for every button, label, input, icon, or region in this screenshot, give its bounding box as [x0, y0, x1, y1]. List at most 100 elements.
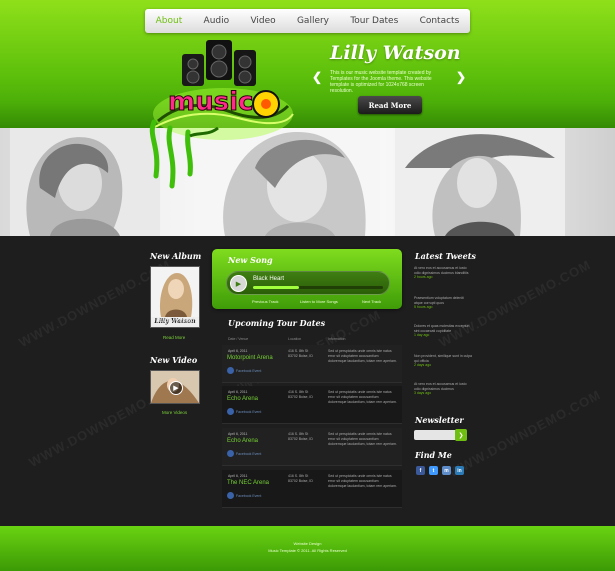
- myspace-icon[interactable]: m: [442, 466, 451, 475]
- row-location: 416 S. 8th St 83702 Boise, ID: [288, 349, 313, 358]
- facebook-icon: [227, 492, 234, 499]
- facebook-icon: [227, 408, 234, 415]
- video-thumbnail[interactable]: ▶: [150, 370, 200, 404]
- feature-text: This is our music website template creat…: [330, 70, 432, 94]
- facebook-icon: [227, 450, 234, 457]
- row-info: Sed ut perspiciatis unde omnis iste natu…: [328, 432, 397, 446]
- tweet-text: Non provident, similique sunt in culpa q…: [414, 354, 472, 363]
- tweet-text: Dolores et quas molestias excepturi sint…: [414, 324, 470, 333]
- next-track-link[interactable]: Next Track: [362, 299, 381, 304]
- facebook-event-link[interactable]: Facebook Event: [227, 408, 261, 415]
- new-album-title: New Album: [150, 251, 202, 261]
- listen-more-link[interactable]: Listen to More Songs: [300, 299, 338, 304]
- table-row: April 6, 2011 Echo Arena Facebook Event …: [222, 428, 402, 466]
- seek-fill: [253, 286, 299, 289]
- facebook-event-link[interactable]: Facebook Event: [227, 450, 261, 457]
- row-date: April 6, 2011: [228, 432, 248, 436]
- row-location: 416 S. 8th St 83702 Boise, ID: [288, 432, 313, 441]
- album-song: Hold My Hand: [155, 318, 194, 324]
- footer-line-1: Website Design: [293, 541, 322, 546]
- seek-bar[interactable]: [253, 286, 383, 289]
- facebook-event-link[interactable]: Facebook Event: [227, 367, 261, 374]
- tweet: At vero eos et accusamus et iusto odio d…: [414, 266, 472, 280]
- photo-strip: [0, 128, 615, 236]
- venue-link[interactable]: Motorpoint Arena: [227, 355, 273, 361]
- tour-title: Upcoming Tour Dates: [228, 318, 326, 328]
- venue-link[interactable]: Echo Arena: [227, 396, 258, 402]
- row-location: 416 S. 8th St 83702 Boise, ID: [288, 474, 313, 483]
- track-name: Black Heart: [253, 276, 285, 282]
- tweet: Non provident, similique sunt in culpa q…: [414, 354, 472, 368]
- watermark: WWW.DOWNDEMO.COM: [446, 387, 604, 480]
- col-date: Date / Venue: [228, 337, 249, 341]
- feature-slider: ❮ Lilly Watson This is our music website…: [310, 40, 470, 120]
- nav-video[interactable]: Video: [250, 16, 275, 26]
- table-row: April 6, 2011 The NEC Arena Facebook Eve…: [222, 470, 402, 508]
- tweet-time[interactable]: 5 hours ago: [414, 305, 472, 310]
- play-icon[interactable]: ▶: [169, 381, 183, 395]
- player-bar: ▶ Black Heart: [226, 271, 390, 295]
- tweet-text: At vero eos et accusamus et iusto odio d…: [414, 382, 467, 391]
- nav-audio[interactable]: Audio: [204, 16, 230, 26]
- row-info: Sed ut perspiciatis unde omnis iste natu…: [328, 474, 397, 488]
- tweet-time[interactable]: 2 days ago: [414, 363, 472, 368]
- tweet-time[interactable]: 2 hours ago: [414, 275, 472, 280]
- tweet-time[interactable]: 3 days ago: [414, 391, 472, 396]
- footer: Website Design Music Template © 2011. Al…: [0, 526, 615, 571]
- album-read-more-link[interactable]: Read More: [163, 335, 185, 340]
- nav-gallery[interactable]: Gallery: [297, 16, 329, 26]
- fb-label: Facebook Event: [236, 368, 262, 373]
- nav-contacts[interactable]: Contacts: [420, 16, 460, 26]
- logo-text: music: [168, 87, 253, 117]
- music-logo: music: [148, 36, 298, 196]
- tweet-time[interactable]: 1 day ago: [414, 333, 472, 338]
- fb-label: Facebook Event: [236, 451, 262, 456]
- player-play-icon[interactable]: ▶: [230, 275, 247, 292]
- row-date: April 6, 2011: [228, 474, 248, 478]
- main-nav: About Audio Video Gallery Tour Dates Con…: [145, 9, 470, 33]
- row-date: April 6, 2011: [228, 349, 248, 353]
- table-row: April 6, 2011 Echo Arena Facebook Event …: [222, 386, 402, 424]
- newsletter-input[interactable]: ❯: [414, 429, 467, 441]
- newsletter-title: Newsletter: [415, 415, 464, 425]
- facebook-icon: [227, 367, 234, 374]
- fb-label: Facebook Event: [236, 409, 262, 414]
- tweet: Praesentium voluptatum deleniti atque co…: [414, 296, 472, 310]
- slider-next-icon[interactable]: ❯: [456, 70, 466, 84]
- footer-line-2: Music Template © 2011. All Rights Reserv…: [268, 548, 347, 553]
- find-me-title: Find Me: [415, 450, 452, 460]
- linkedin-icon[interactable]: in: [455, 466, 464, 475]
- tweet: Dolores et quas molestias excepturi sint…: [414, 324, 472, 338]
- row-date: April 6, 2011: [228, 390, 248, 394]
- previous-track-link[interactable]: Previous Track: [252, 299, 278, 304]
- read-more-button[interactable]: Read More: [358, 96, 422, 114]
- col-location: Location: [288, 337, 302, 341]
- twitter-icon[interactable]: t: [429, 466, 438, 475]
- feature-title: Lilly Watson: [330, 42, 461, 64]
- nav-about[interactable]: About: [156, 16, 183, 26]
- music-player: New Song ▶ Black Heart Previous Track Li…: [212, 249, 402, 309]
- photo-3: [395, 128, 565, 236]
- more-videos-link[interactable]: More Videos: [162, 410, 187, 415]
- tweet-text: At vero eos et accusamus et iusto odio d…: [414, 266, 469, 275]
- latest-tweets-title: Latest Tweets: [415, 251, 476, 261]
- row-info: Sed ut perspiciatis unde omnis iste natu…: [328, 390, 397, 404]
- venue-link[interactable]: Echo Arena: [227, 438, 258, 444]
- row-info: Sed ut perspiciatis unde omnis iste natu…: [328, 349, 397, 363]
- table-row: April 6, 2011 Motorpoint Arena Facebook …: [222, 345, 402, 383]
- new-video-title: New Video: [150, 355, 198, 365]
- fb-label: Facebook Event: [236, 493, 262, 498]
- row-location: 416 S. 8th St 83702 Boise, ID: [288, 390, 313, 399]
- nav-tour-dates[interactable]: Tour Dates: [350, 16, 398, 26]
- facebook-icon[interactable]: f: [416, 466, 425, 475]
- slider-prev-icon[interactable]: ❮: [312, 70, 322, 84]
- tour-table-header: Date / Venue Location Information: [222, 335, 402, 345]
- tweet: At vero eos et accusamus et iusto odio d…: [414, 382, 472, 396]
- tweet-text: Praesentium voluptatum deleniti atque co…: [414, 296, 464, 305]
- venue-link[interactable]: The NEC Arena: [227, 480, 269, 486]
- newsletter-submit-icon[interactable]: ❯: [455, 429, 467, 441]
- player-title: New Song: [228, 255, 273, 265]
- facebook-event-link[interactable]: Facebook Event: [227, 492, 261, 499]
- photo-1: [10, 128, 160, 236]
- col-information: Information: [328, 337, 346, 341]
